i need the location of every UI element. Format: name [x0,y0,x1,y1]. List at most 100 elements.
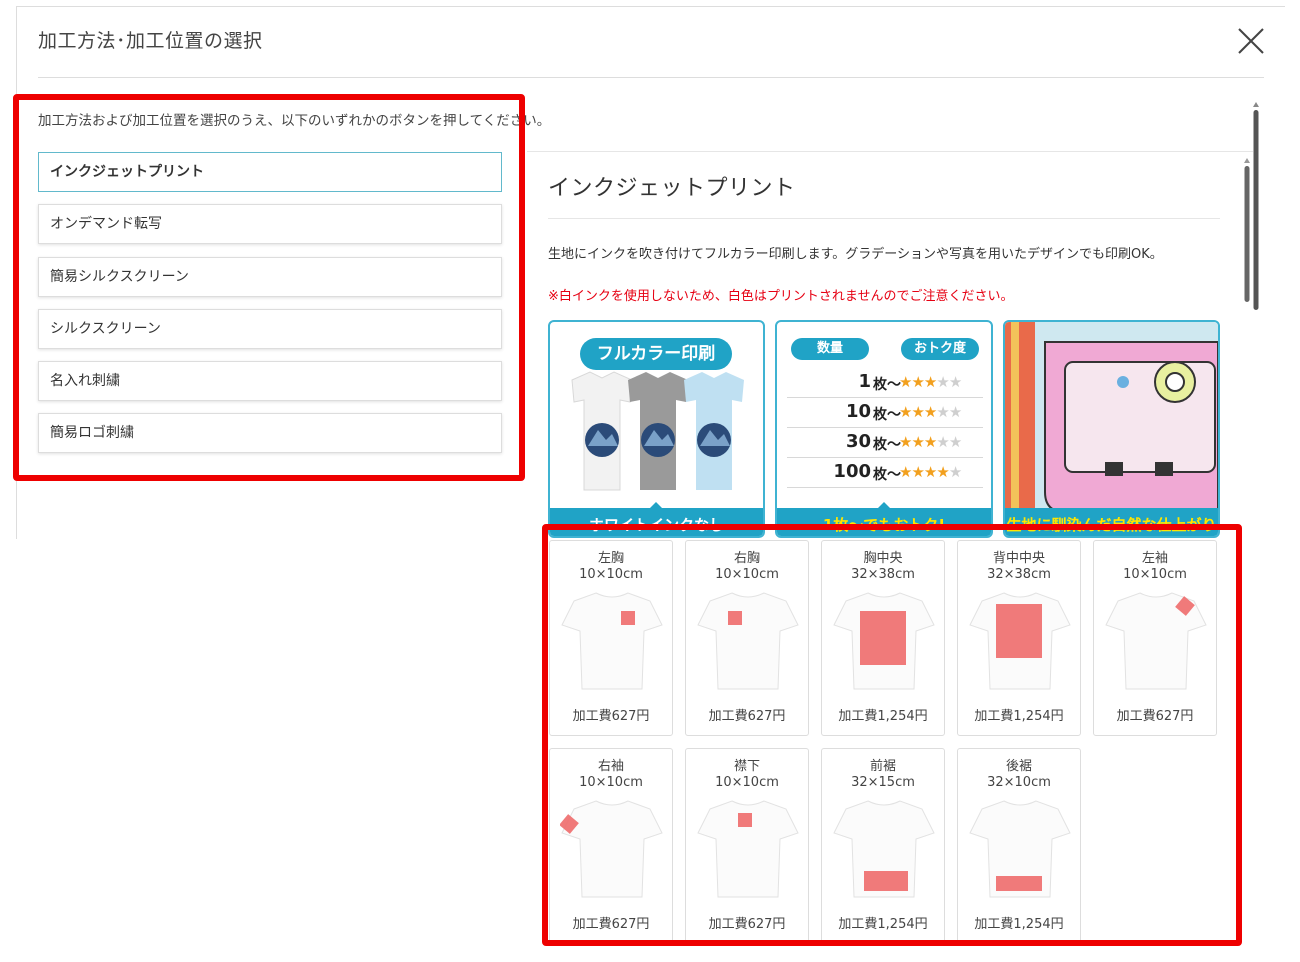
position-size: 10×10cm [579,775,643,790]
star-icon: ★ [911,433,924,451]
position-name: 前裾 [869,759,896,774]
promo-pricing-card: 数量 おトク度 1 枚～ ★★★★★ 10 枚～ ★★★★★ 30 枚～ ★★★★★ 100 枚～ ★… [775,320,993,538]
position-name: 胸中央 [863,551,903,566]
outer-scrollbar[interactable] [1253,102,1259,542]
position-size: 10×10cm [715,775,779,790]
star-icon: ★ [899,373,912,391]
instruction-text: 加工方法および加工位置を選択のうえ、以下のいずれかのボタンを押してください。 [38,113,551,129]
pricing-unit: 枚～ [873,377,901,393]
pricing-qty: 10 [845,401,871,422]
position-card[interactable]: 左胸 10×10cm 加工費627円 [549,540,673,736]
position-card[interactable]: 背中中央 32×38cm 加工費1,254円 [957,540,1081,736]
star-icon: ★ [899,403,912,421]
tshirt-icon [969,800,1071,898]
position-fee: 加工費1,254円 [974,917,1064,932]
star-icon: ★ [936,463,949,481]
finish-footer: 生地に馴染んだ自然な仕上がり [1005,508,1218,536]
position-name: 背中中央 [992,551,1045,566]
method-name-embroidery[interactable]: 名入れ刺繍 [38,361,502,401]
pricing-row: 10 枚～ ★★★★★ [787,398,983,428]
position-name: 左袖 [1141,551,1168,566]
position-card[interactable]: 襟下 10×10cm 加工費627円 [685,748,809,944]
method-simple-silkscreen[interactable]: 簡易シルクスクリーン [38,257,502,297]
panel-scrollbar[interactable] [1244,158,1250,543]
print-area-mark [864,871,908,891]
star-icon: ★ [948,403,962,421]
tshirt-icon [833,592,935,690]
print-area-mark [996,876,1042,891]
position-size: 32×38cm [987,567,1051,582]
tshirt-icon [969,592,1071,690]
position-fee: 加工費1,254円 [974,709,1064,724]
print-area-mark [621,611,635,625]
method-logo-embroidery[interactable]: 簡易ロゴ刺繍 [38,413,502,453]
close-button[interactable] [1234,24,1268,58]
position-size: 10×10cm [715,567,779,582]
position-size: 32×15cm [851,775,915,790]
pricing-qty: 1 [858,371,871,392]
method-inkjet[interactable]: インクジェットプリント [38,152,502,192]
star-icon: ★ [899,433,912,451]
tshirt-icon [561,592,663,690]
pricing-row: 100 枚～ ★★★★★ [787,458,983,488]
fullcolor-badge: フルカラー印刷 [596,344,716,364]
star-icon: ★ [899,463,912,481]
star-icon: ★ [936,403,949,421]
method-ondemand-transfer[interactable]: オンデマンド転写 [38,204,502,244]
star-icon: ★ [936,433,949,451]
star-icon: ★ [948,433,962,451]
star-icon: ★ [936,373,949,391]
star-icon: ★ [923,373,937,391]
cassette-illustration [1005,322,1218,512]
title-divider [38,77,1264,78]
star-icon: ★ [911,463,924,481]
panel-description: 生地にインクを吹き付けてフルカラー印刷します。グラデーションや写真を用いたデザイ… [548,247,1163,262]
position-name: 後裾 [1005,759,1032,774]
position-size: 10×10cm [1123,567,1187,582]
pricing-rows: 1 枚～ ★★★★★ 10 枚～ ★★★★★ 30 枚～ ★★★★★ 100 枚～ ★★★★★ [787,368,983,488]
star-icon: ★ [923,433,937,451]
print-area-mark [738,813,752,827]
panel-title: インクジェットプリント [548,176,796,201]
pricing-unit: 枚～ [873,437,901,453]
star-icon: ★ [948,463,962,481]
pricing-unit: 枚～ [873,407,901,423]
position-name: 右胸 [733,551,760,566]
print-area-mark [728,611,742,625]
close-icon [1238,28,1264,54]
position-card[interactable]: 前裾 32×15cm 加工費1,254円 [821,748,945,944]
pricing-qty: 30 [845,431,871,452]
star-icon: ★ [911,403,924,421]
position-fee: 加工費627円 [572,709,650,724]
promo-finish-card: 生地に馴染んだ自然な仕上がり [1003,320,1220,538]
panel-note: ※白インクを使用しないため、白色はプリントされませんのでご注意ください。 [548,289,1014,304]
position-card[interactable]: 左袖 10×10cm 加工費627円 [1093,540,1217,736]
star-icon: ★ [923,403,937,421]
position-fee: 加工費627円 [708,917,786,932]
star-rating: ★★★★★ [899,403,962,421]
promo-fullcolor-card: フルカラー印刷 ホワイトインクなし [548,320,765,538]
star-icon: ★ [911,373,924,391]
print-area-mark [860,611,906,665]
star-rating: ★★★★★ [899,373,962,391]
position-card[interactable]: 右胸 10×10cm 加工費627円 [685,540,809,736]
position-size: 10×10cm [579,567,643,582]
position-card[interactable]: 右袖 10×10cm 加工費627円 [549,748,673,944]
position-fee: 加工費1,254円 [838,917,928,932]
position-card[interactable]: 後裾 32×10cm 加工費1,254円 [957,748,1081,944]
star-rating: ★★★★★ [899,433,962,451]
tshirt-icon [1105,592,1207,690]
pricing-header-value: おトク度 [901,338,979,360]
star-rating: ★★★★★ [899,463,962,481]
position-name: 右袖 [597,759,624,774]
panel-divider [548,218,1220,219]
position-name: 左胸 [597,551,624,566]
tshirt-icon [697,800,799,898]
print-area-mark [996,604,1042,658]
method-silkscreen[interactable]: シルクスクリーン [38,309,502,349]
pricing-unit: 枚～ [873,467,901,483]
pricing-row: 30 枚～ ★★★★★ [787,428,983,458]
tshirt-icon [560,800,663,898]
position-card[interactable]: 胸中央 32×38cm 加工費1,254円 [821,540,945,736]
position-fee: 加工費627円 [572,917,650,932]
